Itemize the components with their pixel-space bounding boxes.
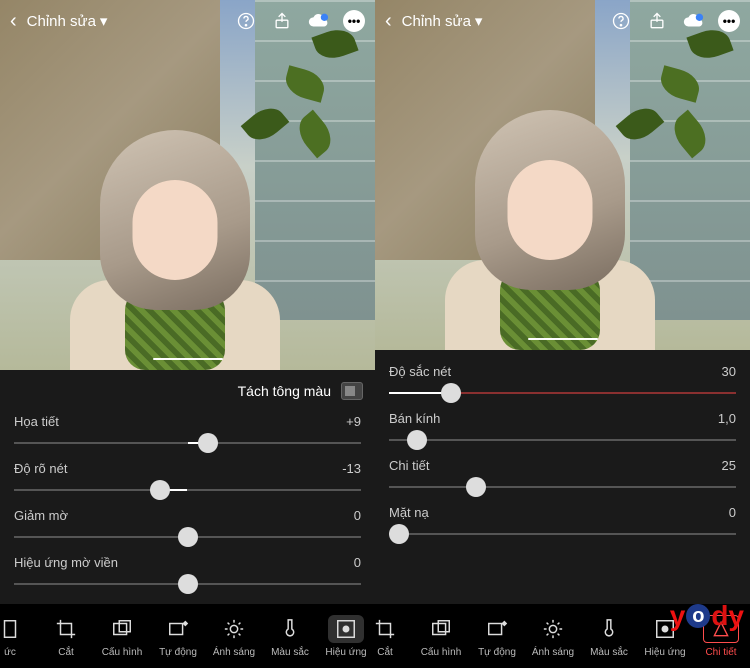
bottom-nav: ức Cắt Cấu hình Tự động Ánh sáng Màu sắc…: [0, 604, 375, 668]
dropdown-caret-icon: ▾: [475, 12, 483, 30]
help-icon[interactable]: [610, 10, 632, 32]
slider-value: +9: [346, 414, 361, 429]
slider-value: 0: [354, 555, 361, 570]
back-icon[interactable]: ‹: [10, 10, 17, 33]
cloud-icon[interactable]: [682, 10, 704, 32]
nav-item-profiles[interactable]: Cấu hình: [94, 615, 150, 658]
slider-value: 0: [354, 508, 361, 523]
slider-label: Bán kính: [389, 411, 440, 426]
split-toning-toggle-icon[interactable]: [341, 382, 363, 400]
slider-value: 30: [722, 364, 736, 379]
slider-value: 25: [722, 458, 736, 473]
cloud-icon[interactable]: [307, 10, 329, 32]
slider-label: Độ sắc nét: [389, 364, 451, 379]
nav-item-color[interactable]: Màu sắc: [581, 615, 637, 658]
help-icon[interactable]: [235, 10, 257, 32]
slider-value: 1,0: [718, 411, 736, 426]
page-title-text: Chỉnh sửa: [402, 13, 471, 30]
slider-label: Độ rõ nét: [14, 461, 67, 476]
clarity-slider[interactable]: [14, 480, 361, 500]
detail-controls: Độ sắc nét 30 Bán kính 1,0 Chi tiết 25: [375, 350, 750, 604]
share-icon[interactable]: [271, 10, 293, 32]
detail-slider[interactable]: [389, 477, 736, 497]
photo-preview[interactable]: [0, 0, 375, 370]
drawer-handle-icon[interactable]: [528, 338, 598, 341]
share-icon[interactable]: [646, 10, 668, 32]
nav-item-auto[interactable]: Tự động: [469, 615, 525, 658]
watermark-logo: yody: [670, 600, 744, 632]
nav-item-effects[interactable]: Hiệu ứng: [318, 615, 374, 658]
nav-item-color[interactable]: Màu sắc: [262, 615, 318, 658]
effects-controls: Tách tông màu Họa tiết +9 Độ rõ nét -13: [0, 370, 375, 604]
back-icon[interactable]: ‹: [385, 10, 392, 33]
masking-slider[interactable]: [389, 524, 736, 544]
page-title[interactable]: Chỉnh sửa ▾: [27, 12, 108, 30]
nav-item-auto[interactable]: Tự động: [150, 615, 206, 658]
nav-item-profiles[interactable]: Cấu hình: [413, 615, 469, 658]
nav-item-light[interactable]: Ánh sáng: [525, 615, 581, 658]
slider-label: Họa tiết: [14, 414, 59, 429]
vignette-slider[interactable]: [14, 574, 361, 594]
slider-label: Chi tiết: [389, 458, 429, 473]
nav-item-light[interactable]: Ánh sáng: [206, 615, 262, 658]
sharpening-slider[interactable]: [389, 383, 736, 403]
slider-label: Hiệu ứng mờ viền: [14, 555, 118, 570]
slider-value: 0: [729, 505, 736, 520]
dropdown-caret-icon: ▾: [100, 12, 108, 30]
more-icon[interactable]: •••: [718, 10, 740, 32]
dehaze-slider[interactable]: [14, 527, 361, 547]
page-title[interactable]: Chỉnh sửa ▾: [402, 12, 483, 30]
radius-slider[interactable]: [389, 430, 736, 450]
slider-value: -13: [342, 461, 361, 476]
nav-item-crop[interactable]: Cắt: [375, 615, 413, 658]
slider-label: Mặt nạ: [389, 505, 429, 520]
page-title-text: Chỉnh sửa: [27, 13, 96, 30]
drawer-handle-icon[interactable]: [153, 358, 223, 361]
nav-item-partial[interactable]: ức: [0, 615, 38, 658]
nav-item-crop[interactable]: Cắt: [38, 615, 94, 658]
slider-label: Giảm mờ: [14, 508, 68, 523]
section-title[interactable]: Tách tông màu: [238, 383, 331, 399]
more-icon[interactable]: •••: [343, 10, 365, 32]
photo-preview[interactable]: [375, 0, 750, 350]
texture-slider[interactable]: [14, 433, 361, 453]
